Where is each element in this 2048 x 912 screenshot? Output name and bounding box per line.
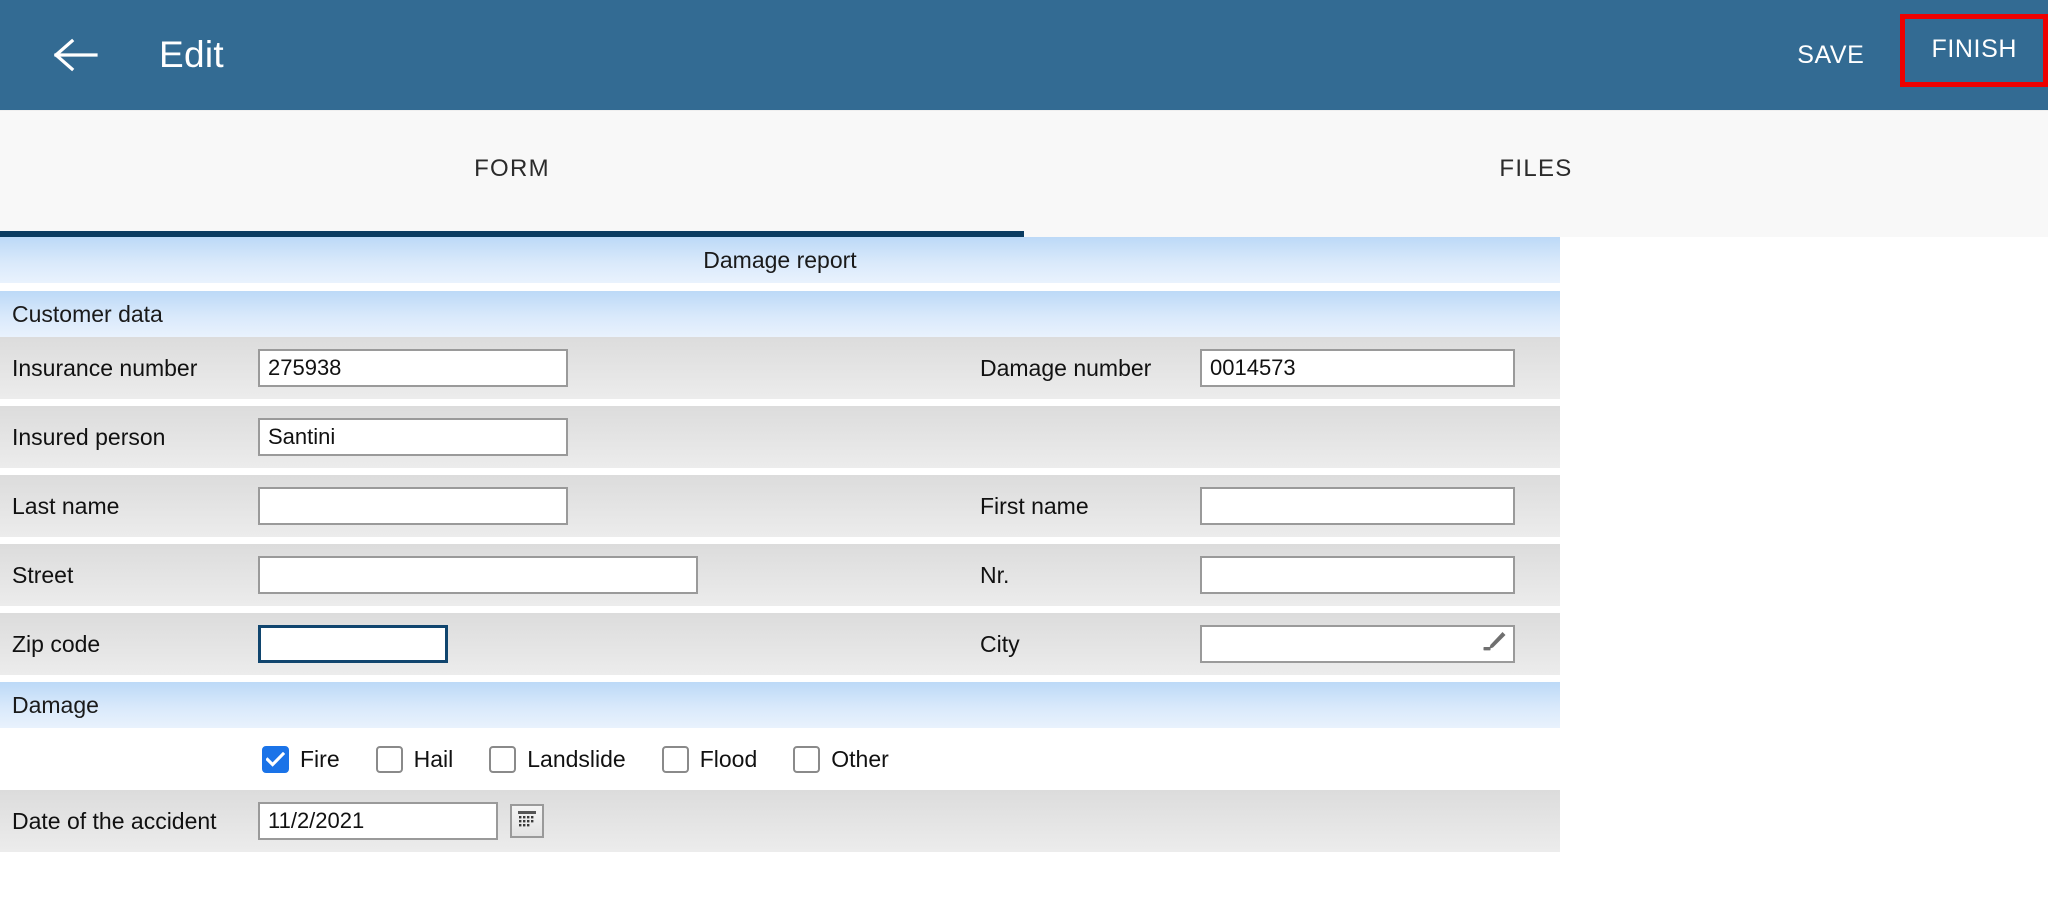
row-spacer [0,675,1560,682]
form-title-band: Damage report [0,237,1560,283]
city-input[interactable] [1200,625,1515,663]
checkbox-fire-box[interactable] [262,745,289,773]
last-name-label: Last name [12,492,120,519]
row-spacer [0,606,1560,613]
city-label: City [980,630,1020,657]
street-input[interactable] [258,556,698,594]
insured-person-input[interactable]: Santini [258,418,568,456]
street-label: Street [12,561,74,588]
section-header-customer-data: Customer data [0,291,1560,337]
checkbox-hail[interactable]: Hail [375,745,454,773]
group-damage-number: Damage number 0014573 [980,349,1515,387]
city-field-wrap [1200,625,1515,663]
calendar-icon [516,808,538,835]
checkbox-landslide-box[interactable] [489,745,517,773]
checkbox-fire[interactable]: Fire [262,745,340,773]
checkbox-other-label: Other [831,745,889,772]
row-zip-code: Zip code City [0,613,1560,675]
nr-label: Nr. [980,561,1010,588]
form-title: Damage report [703,246,857,273]
row-date-of-accident: Date of the accident 11/2/2021 [0,790,1560,852]
tab-bar: FORM FILES [0,110,2048,237]
tab-form[interactable]: FORM [0,110,1024,237]
row-spacer [0,399,1560,406]
insurance-number-label: Insurance number [12,354,198,381]
checkbox-other[interactable]: Other [793,745,889,773]
insurance-number-input[interactable]: 275938 [258,349,568,387]
back-button[interactable] [48,27,104,83]
checkbox-hail-label: Hail [413,745,454,772]
nr-input[interactable] [1200,556,1515,594]
calendar-picker-button[interactable] [510,804,544,838]
section-header-damage-label: Damage [12,691,99,718]
checkbox-flood-box[interactable] [661,745,689,773]
damage-number-input[interactable]: 0014573 [1200,349,1515,387]
section-header-damage: Damage [0,682,1560,728]
row-spacer [0,537,1560,544]
checkbox-hail-box[interactable] [375,745,403,773]
insured-person-label: Insured person [12,423,166,450]
row-insurance-number: Insurance number 275938 Damage number 00… [0,337,1560,399]
group-nr: Nr. [980,556,1515,594]
first-name-label: First name [980,492,1089,519]
group-city: City [980,625,1515,663]
save-button[interactable]: SAVE [1783,31,1878,80]
damage-type-checkbox-group: Fire Hail Landslide Flood Other [0,728,1560,790]
checkbox-fire-label: Fire [300,745,340,772]
arrow-left-icon [54,38,98,72]
date-of-accident-input[interactable]: 11/2/2021 [258,802,498,840]
checkbox-flood[interactable]: Flood [661,745,758,773]
page-title: Edit [159,34,224,75]
section-header-customer-data-label: Customer data [12,300,163,327]
row-last-name: Last name First name [0,475,1560,537]
app-bar-actions: SAVE FINISH [1783,0,2048,110]
row-insured-person: Insured person Santini [0,406,1560,468]
checkbox-landslide-label: Landslide [527,745,626,772]
checkbox-other-box[interactable] [793,745,821,773]
row-spacer [0,468,1560,475]
finish-button[interactable]: FINISH [1923,35,2025,64]
tab-files[interactable]: FILES [1024,110,2048,237]
checkbox-flood-label: Flood [699,745,758,772]
tab-form-label: FORM [474,154,550,182]
finish-button-highlight: FINISH [1900,13,2048,87]
zip-code-label: Zip code [12,630,101,657]
damage-number-label: Damage number [980,354,1152,381]
band-spacer [0,283,1560,291]
row-street: Street Nr. [0,544,1560,606]
first-name-input[interactable] [1200,487,1515,525]
group-first-name: First name [980,487,1515,525]
date-of-accident-label: Date of the accident [12,807,217,834]
app-bar: Edit SAVE FINISH [0,0,2048,110]
tab-files-label: FILES [1499,154,1573,182]
checkbox-landslide[interactable]: Landslide [489,745,626,773]
zip-code-input[interactable] [258,625,448,663]
damage-report-form: Damage report Customer data Insurance nu… [0,237,1560,852]
last-name-input[interactable] [258,487,568,525]
